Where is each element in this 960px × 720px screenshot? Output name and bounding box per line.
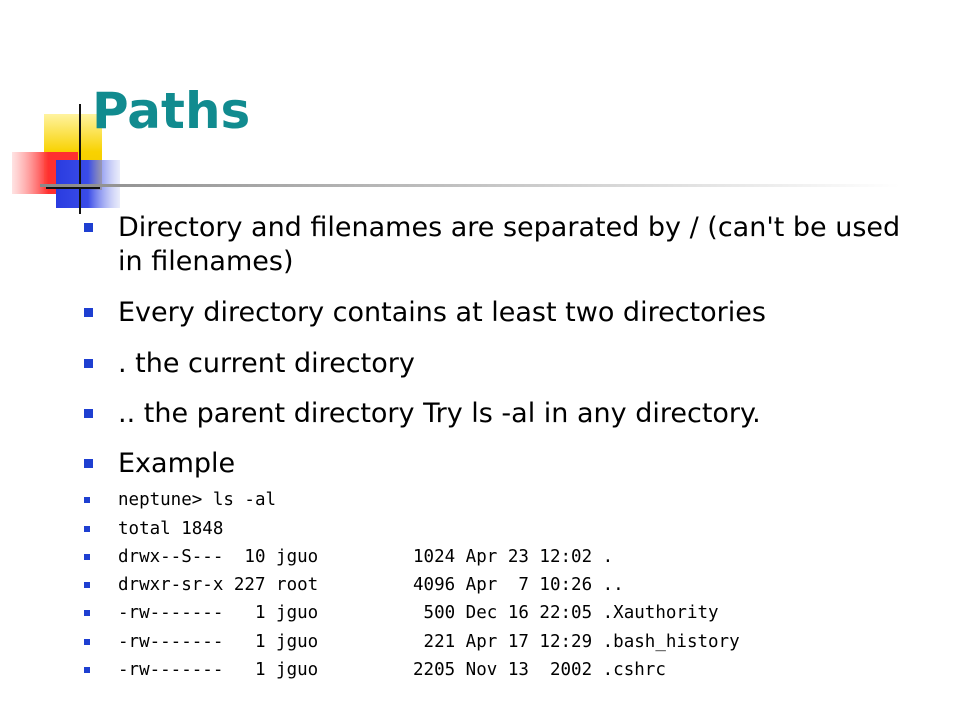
- bullet-square-icon: [84, 554, 90, 560]
- code-line-text: neptune> ls -al: [118, 490, 277, 510]
- slide: Paths Directory and filenames are separa…: [0, 0, 960, 720]
- bullet-text: Directory and filenames are separated by…: [118, 212, 901, 277]
- code-line-text: -rw------- 1 jguo 221 Apr 17 12:29 .bash…: [118, 632, 740, 652]
- bullet-square-icon: [84, 610, 90, 616]
- code-line-text: -rw------- 1 jguo 500 Dec 16 22:05 .Xaut…: [118, 603, 719, 623]
- bullet-square-icon: [84, 223, 93, 232]
- code-line-text: -rw------- 1 jguo 2205 Nov 13 2002 .cshr…: [118, 660, 666, 680]
- bullet-square-icon: [84, 497, 90, 503]
- bullet-text: . the current directory: [118, 348, 415, 379]
- bullet-list: Directory and filenames are separated by…: [0, 0, 960, 720]
- code-line-text: drwx--S--- 10 jguo 1024 Apr 23 12:02 .: [118, 547, 614, 567]
- bullet-text: Every directory contains at least two di…: [118, 297, 766, 328]
- bullet-text: .. the parent directory Try ls -al in an…: [118, 398, 761, 429]
- bullet-square-icon: [84, 639, 90, 645]
- bullet-square-icon: [84, 409, 93, 418]
- bullet-square-icon: [84, 308, 93, 317]
- bullet-square-icon: [84, 459, 93, 468]
- bullet-square-icon: [84, 582, 90, 588]
- code-line-text: drwxr-sr-x 227 root 4096 Apr 7 10:26 ..: [118, 575, 624, 595]
- bullet-square-icon: [84, 667, 90, 673]
- bullet-square-icon: [84, 526, 90, 532]
- bullet-square-icon: [84, 359, 93, 368]
- bullet-text: Example: [118, 448, 236, 479]
- code-line-text: total 1848: [118, 519, 224, 539]
